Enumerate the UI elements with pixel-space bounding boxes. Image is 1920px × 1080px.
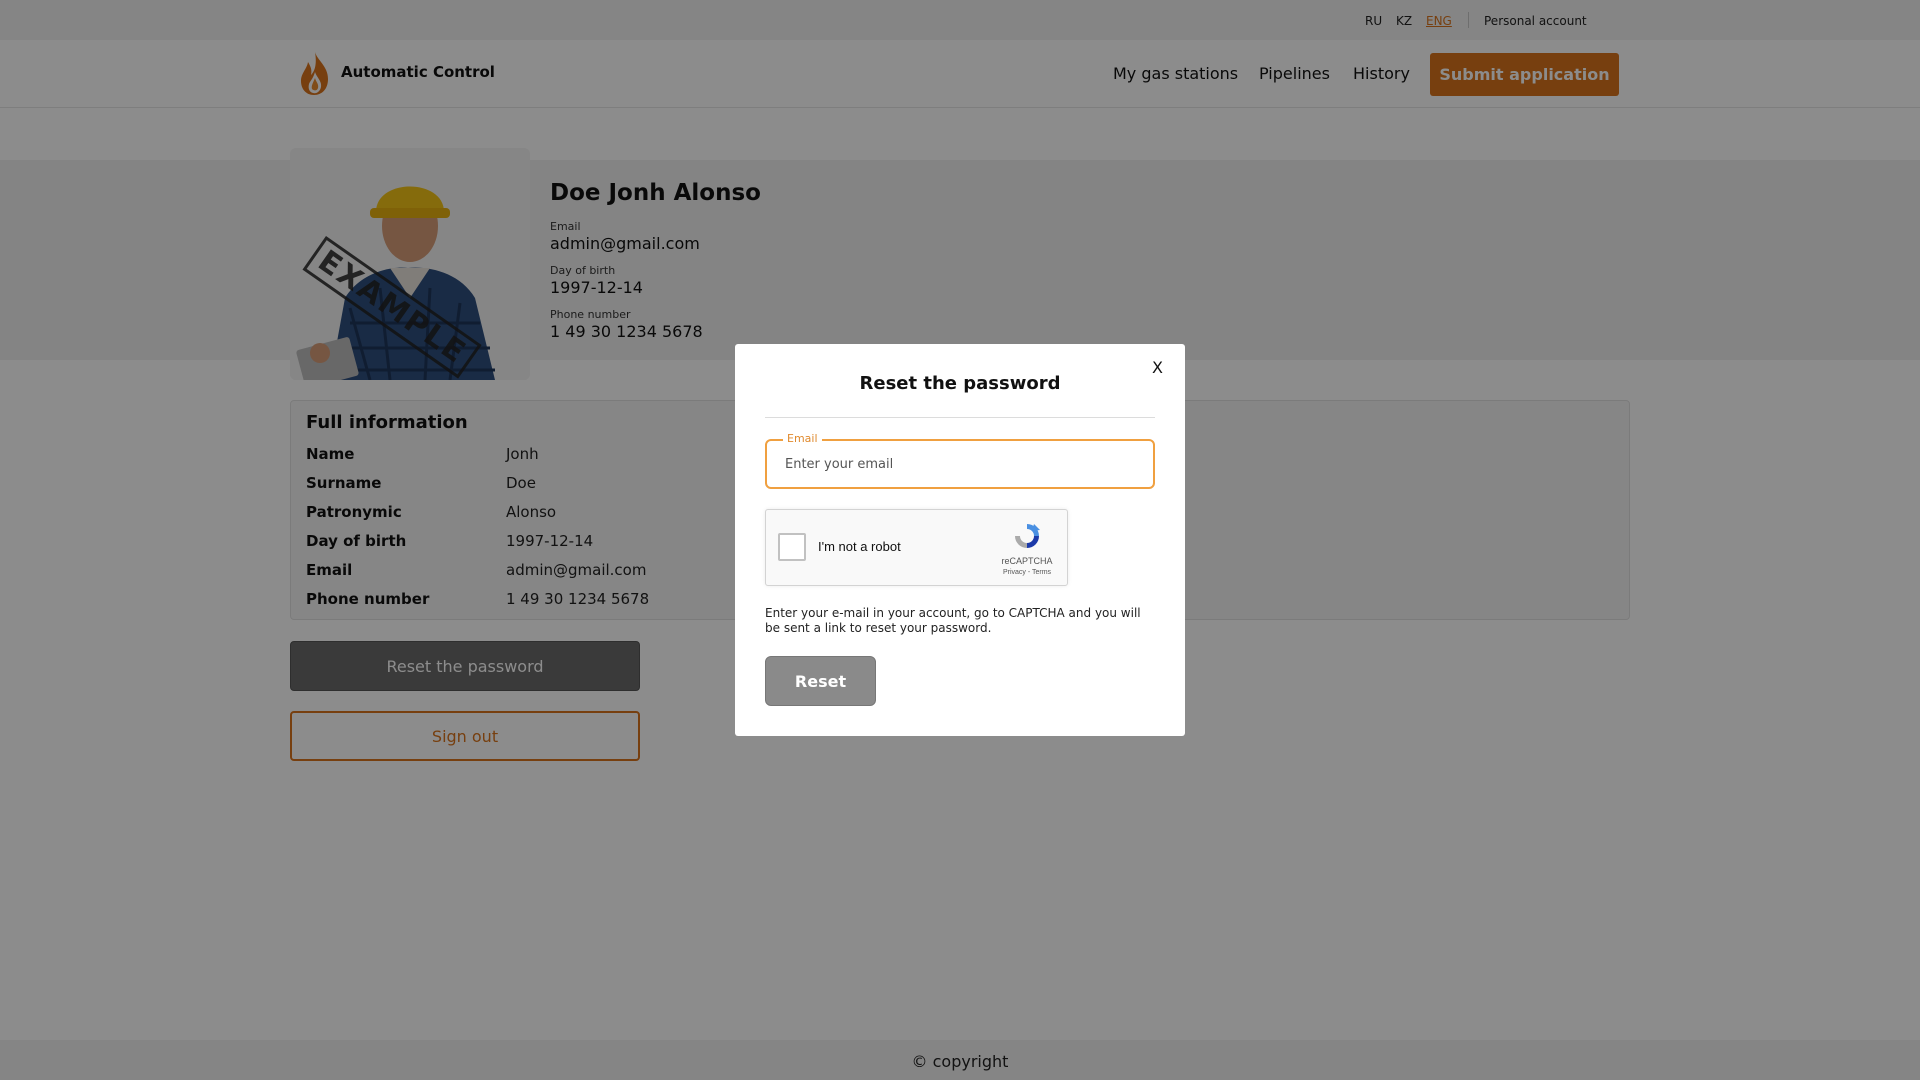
recaptcha-privacy-terms[interactable]: Privacy - Terms (996, 569, 1058, 576)
recaptcha-checkbox[interactable] (778, 533, 806, 561)
email-input[interactable] (785, 452, 1135, 476)
modal-help-text: Enter your e-mail in your account, go to… (765, 606, 1141, 635)
modal-reset-button[interactable]: Reset (765, 656, 876, 706)
modal-divider (765, 417, 1155, 418)
modal-title: Reset the password (859, 373, 1061, 394)
email-field-label: Email (783, 432, 822, 445)
recaptcha-brand: reCAPTCHA (1001, 556, 1053, 566)
recaptcha-label: I'm not a robot (818, 539, 901, 554)
recaptcha-icon (1015, 524, 1040, 548)
